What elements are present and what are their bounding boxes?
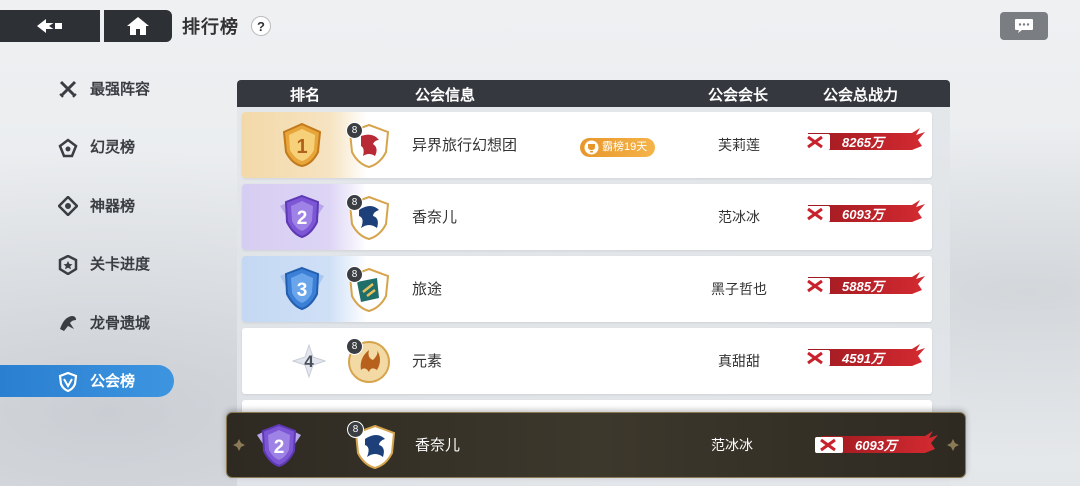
sidebar-item-spirit[interactable]: 幻灵榜 — [0, 131, 180, 163]
dominance-badge: 霸榜19天 — [580, 138, 656, 157]
power-value: 6093万 — [842, 207, 884, 222]
sidebar: 最强阵容 幻灵榜 神器榜 关卡进度 龙骨遗城 公会榜 — [0, 72, 180, 423]
header-rank: 排名 — [290, 87, 321, 104]
guild-name[interactable]: 旅途 — [412, 278, 442, 299]
rank-number: 3 — [297, 280, 308, 301]
rank-purple-medal-icon: 2 — [280, 194, 324, 239]
spirit-icon — [58, 137, 78, 157]
rank-gold-medal-icon: 1 — [282, 122, 322, 168]
sidebar-item-label: 最强阵容 — [90, 80, 151, 98]
sidebar-item-label: 公会榜 — [90, 373, 136, 390]
top-bar: 排行榜 ? — [0, 10, 271, 42]
sidebar-item-dragon-bone[interactable]: 龙骨遗城 — [0, 306, 180, 338]
guild-power: 8265万 — [802, 126, 927, 158]
power-value: 8265万 — [842, 135, 884, 150]
guild-power: 6093万 — [802, 198, 927, 230]
sidebar-item-label: 神器榜 — [90, 197, 136, 215]
rank-4-icon: 4 — [292, 344, 326, 378]
sidebar-item-stage-progress[interactable]: 关卡进度 — [0, 248, 180, 280]
guild-level-badge: 8 — [346, 194, 363, 211]
chat-button[interactable] — [1000, 12, 1048, 40]
chat-bubble-icon — [1015, 19, 1033, 33]
ornament-icon — [947, 439, 959, 451]
table-row[interactable]: 3 8 旅途 黑子哲也 5885万 — [242, 256, 932, 322]
badge-text: 霸榜19天 — [602, 141, 648, 153]
header-guild-power: 公会总战力 — [823, 87, 899, 104]
guild-shield-icon — [58, 371, 78, 392]
ornament-icon — [233, 439, 245, 451]
table-row[interactable]: 1 8 异界旅行幻想团 霸榜19天 芙莉莲 8265万 — [242, 112, 932, 178]
guild-level-badge: 8 — [346, 122, 363, 139]
sidebar-item-label: 关卡进度 — [90, 256, 151, 273]
help-button[interactable]: ? — [251, 16, 271, 36]
guild-level-badge: 8 — [346, 266, 363, 283]
trophy-icon — [584, 140, 599, 155]
guild-leader: 真甜甜 — [718, 353, 760, 369]
guild-name[interactable]: 异界旅行幻想团 — [412, 134, 517, 155]
home-button[interactable] — [104, 10, 172, 42]
rank-number: 4 — [304, 352, 314, 371]
power-value: 5885万 — [842, 279, 884, 294]
rank-blue-medal-icon: 3 — [280, 266, 324, 311]
sidebar-item-guild-rank[interactable]: 公会榜 — [0, 364, 174, 397]
sword-cross-icon — [59, 80, 77, 98]
page-title: 排行榜 — [182, 17, 239, 37]
guild-leader: 黑子哲也 — [711, 281, 767, 297]
guild-power: 4591万 — [802, 342, 927, 374]
rank-number: 1 — [296, 136, 307, 158]
home-icon — [127, 17, 149, 35]
power-value: 4591万 — [842, 351, 884, 366]
guild-power: 5885万 — [802, 270, 927, 302]
ranking-table-header: 排名 公会信息 公会会长 公会总战力 — [237, 80, 950, 107]
dragon-bone-icon — [60, 316, 76, 331]
back-arrow-icon — [37, 19, 62, 33]
guild-level-badge: 8 — [346, 338, 363, 355]
guild-leader: 范冰冰 — [718, 209, 760, 225]
artifact-icon — [58, 196, 78, 216]
guild-name[interactable]: 香奈儿 — [412, 206, 457, 227]
rank-number: 2 — [274, 437, 285, 458]
my-guild-name: 香奈儿 — [415, 437, 461, 454]
rank-purple-medal-icon: 2 — [257, 423, 301, 468]
back-button[interactable] — [0, 10, 100, 42]
sidebar-item-strongest-lineup[interactable]: 最强阵容 — [0, 72, 180, 104]
power-value: 6093万 — [855, 438, 897, 453]
stage-icon — [58, 254, 78, 275]
guild-name[interactable]: 元素 — [412, 350, 442, 371]
guild-leader: 芙莉莲 — [718, 137, 760, 153]
my-guild-leader: 范冰冰 — [711, 437, 753, 453]
sidebar-item-label: 幻灵榜 — [90, 139, 136, 156]
sidebar-item-artifact[interactable]: 神器榜 — [0, 189, 180, 221]
sidebar-item-label: 龙骨遗城 — [90, 314, 151, 332]
my-guild-power: 6093万 — [815, 429, 940, 461]
header-guild-leader: 公会会长 — [708, 87, 769, 104]
guild-level-badge: 8 — [347, 421, 364, 438]
header-guild-info: 公会信息 — [415, 87, 476, 104]
table-row[interactable]: 4 8 元素 真甜甜 4591万 — [242, 328, 932, 394]
table-row[interactable]: 2 8 香奈儿 范冰冰 6093万 — [242, 184, 932, 250]
rank-number: 2 — [297, 208, 308, 229]
my-guild-bar[interactable]: 2 8 香奈儿 范冰冰 6093万 — [226, 412, 966, 478]
